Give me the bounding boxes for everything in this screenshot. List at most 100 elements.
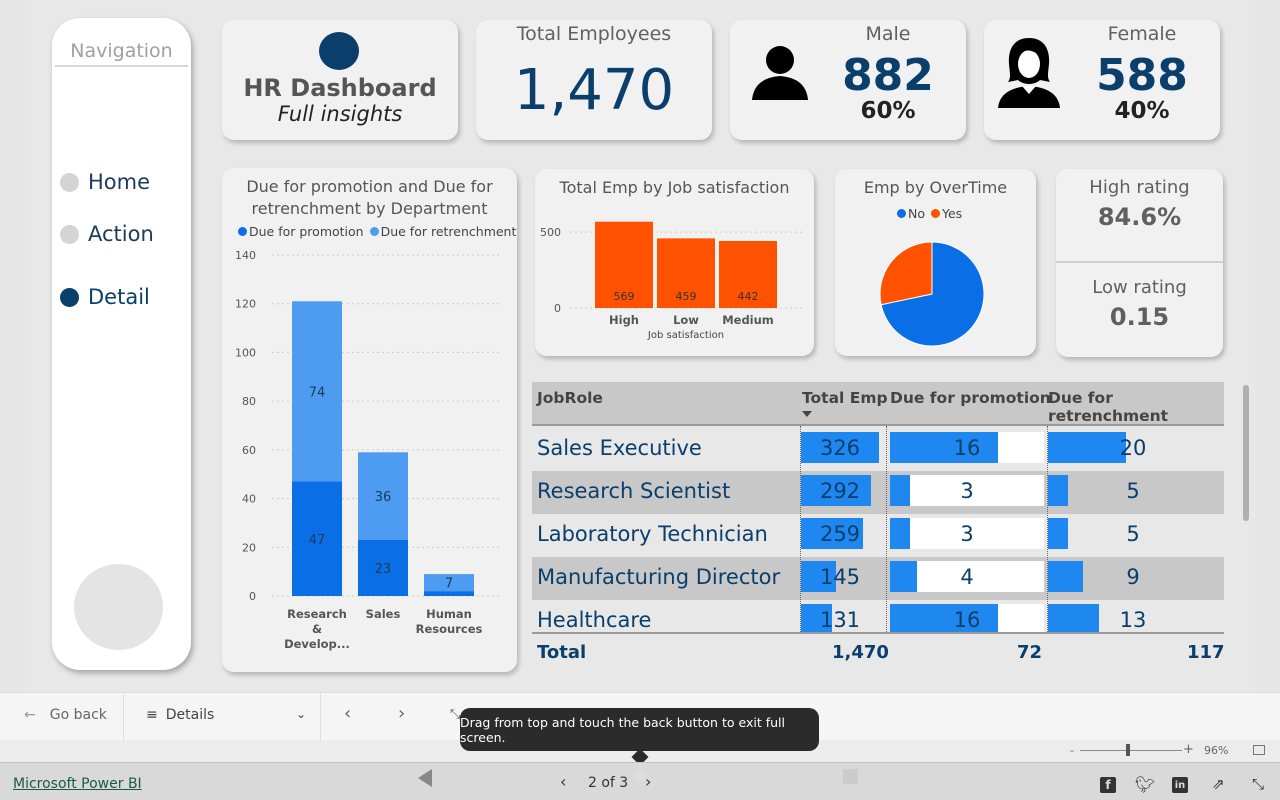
divider	[320, 693, 321, 741]
column-header-total-emp[interactable]: Total Emp	[802, 389, 888, 407]
cell-jobrole: Healthcare	[537, 608, 652, 632]
job-satisfaction-plot: 0 500 569 High 459 Low 442 Medium Job satisfacti…	[540, 221, 803, 341]
go-back-button[interactable]: ← Go back	[24, 707, 107, 723]
cell-jobrole: Sales Executive	[537, 436, 702, 460]
cell-promotion: 3	[890, 518, 1044, 549]
header-card: HR Dashboard Full insights	[222, 20, 458, 140]
cell-value: 326	[819, 436, 861, 460]
x-tick-label: Sales	[366, 607, 401, 621]
zoom-out-button[interactable]: -	[1070, 744, 1074, 757]
bar-segment	[424, 591, 474, 596]
linkedin-icon[interactable]: in	[1172, 777, 1188, 793]
table-row[interactable]: Manufacturing Director 145 4 9	[532, 557, 1224, 600]
cell-promotion: 16	[890, 604, 1044, 635]
y-tick-label: 40	[242, 493, 256, 506]
divider	[1056, 261, 1223, 263]
cell-jobrole: Research Scientist	[537, 479, 731, 503]
table-footer: Total 1,470 72 117	[532, 632, 1224, 670]
column-divider	[800, 426, 801, 632]
sort-desc-icon[interactable]	[802, 411, 812, 417]
share-icon[interactable]: ⇗	[1212, 775, 1225, 793]
page-select-dropdown[interactable]: ≡ Details ⌄	[146, 707, 306, 723]
table-row[interactable]: Laboratory Technician 259 3 5	[532, 514, 1224, 557]
arrow-left-icon: ←	[24, 707, 36, 723]
column-header-promotion[interactable]: Due for promotion	[890, 389, 1051, 407]
department-chart-card[interactable]: Due for promotion and Due for retrenchme…	[222, 168, 517, 672]
overtime-pie-plot	[879, 241, 985, 347]
x-tick-label: High	[609, 313, 639, 327]
job-satisfaction-chart-card[interactable]: Total Emp by Job satisfaction 0 500 569 Hig…	[535, 169, 814, 356]
total-employees-card: Total Employees 1,470	[476, 20, 712, 140]
high-rating-label: High rating	[1089, 177, 1190, 198]
chevron-left-icon: ‹	[344, 703, 352, 724]
y-tick-label: 120	[235, 298, 256, 311]
column-divider	[1047, 426, 1048, 632]
data-label: 7	[445, 577, 453, 592]
zoom-slider-thumb[interactable]	[1126, 744, 1130, 756]
y-tick-label: 500	[540, 226, 561, 239]
twitter-icon[interactable]: 🐦︎	[1135, 775, 1155, 794]
facebook-icon[interactable]: f	[1100, 777, 1116, 793]
android-home-icon[interactable]	[634, 769, 647, 782]
footer-bar: Microsoft Power BI ‹ 2 of 3 › f 🐦︎ in ⇗ …	[0, 762, 1280, 800]
column-header-jobrole[interactable]: JobRole	[537, 389, 603, 407]
android-back-icon[interactable]	[418, 769, 432, 787]
x-axis-label: Job satisfaction	[647, 330, 724, 341]
zoom-slider-track[interactable]	[1080, 750, 1182, 751]
table-scrollbar[interactable]	[1243, 385, 1249, 521]
y-tick-label: 0	[249, 590, 256, 603]
navigation-panel: Navigation Home Action Detail	[52, 18, 191, 670]
cell-value: 5	[1126, 479, 1140, 503]
cell-total-emp: 326	[801, 432, 879, 463]
android-recents-icon[interactable]	[843, 769, 858, 784]
previous-page-button[interactable]: ‹	[344, 703, 351, 724]
kpi-value: 882	[842, 50, 934, 101]
table-header: JobRole Total Emp Due for promotion Due …	[532, 382, 1224, 426]
kpi-value: 588	[1096, 50, 1188, 101]
go-back-label: Go back	[49, 707, 107, 723]
nav-item-action[interactable]: Action	[60, 222, 154, 246]
footer-promotion: 72	[1017, 642, 1043, 663]
footer-total: 1,470	[832, 642, 889, 663]
divider	[55, 65, 188, 67]
cell-retrenchment: 13	[1048, 604, 1218, 635]
male-card: Male 882 60%	[730, 20, 966, 140]
radio-dot-icon	[60, 224, 79, 244]
nav-item-label: Home	[88, 170, 151, 194]
column-header-retrenchment[interactable]: Due for retrenchment	[1048, 389, 1224, 425]
cell-value: 5	[1126, 522, 1140, 546]
y-tick-label: 0	[554, 302, 561, 315]
nav-circle-button[interactable]	[74, 564, 163, 650]
power-bi-link[interactable]: Microsoft Power BI	[13, 776, 142, 792]
column-divider	[886, 426, 887, 632]
data-label: 569	[614, 290, 635, 303]
y-tick-label: 80	[242, 395, 256, 408]
next-page-button[interactable]: ›	[398, 703, 405, 724]
collapse-icon: ⤡	[450, 707, 461, 722]
exit-fullscreen-button[interactable]: ⤡	[450, 707, 460, 722]
cell-total-emp: 292	[801, 475, 879, 506]
page-prev-button[interactable]: ‹	[560, 772, 566, 791]
chevron-down-icon: ⌄	[295, 707, 306, 721]
nav-item-home[interactable]: Home	[60, 170, 150, 194]
x-tick-label: Develop...	[284, 637, 350, 651]
fit-page-icon[interactable]	[1253, 745, 1265, 755]
kpi-label: Male	[865, 23, 911, 45]
cell-value: 3	[960, 479, 974, 503]
table-row[interactable]: Research Scientist 292 3 5	[532, 471, 1224, 514]
data-label: 459	[676, 290, 697, 303]
cell-value: 3	[960, 522, 974, 546]
table-row[interactable]: Sales Executive 326 16 20	[532, 428, 1224, 471]
cell-retrenchment: 9	[1048, 561, 1218, 592]
overtime-chart-card[interactable]: Emp by OverTime No Yes	[835, 169, 1036, 356]
expand-icon[interactable]: ⤡	[1252, 775, 1264, 793]
list-icon: ≡	[146, 707, 158, 723]
kpi-label: Total Employees	[516, 23, 672, 45]
nav-item-detail[interactable]: Detail	[60, 285, 150, 309]
page-select-value: Details	[165, 707, 215, 723]
cell-value: 292	[819, 479, 861, 503]
low-rating-value: 0.15	[1109, 303, 1170, 331]
cell-retrenchment: 5	[1048, 475, 1218, 506]
zoom-in-button[interactable]: +	[1183, 742, 1194, 757]
chevron-left-icon: ‹	[560, 772, 567, 791]
